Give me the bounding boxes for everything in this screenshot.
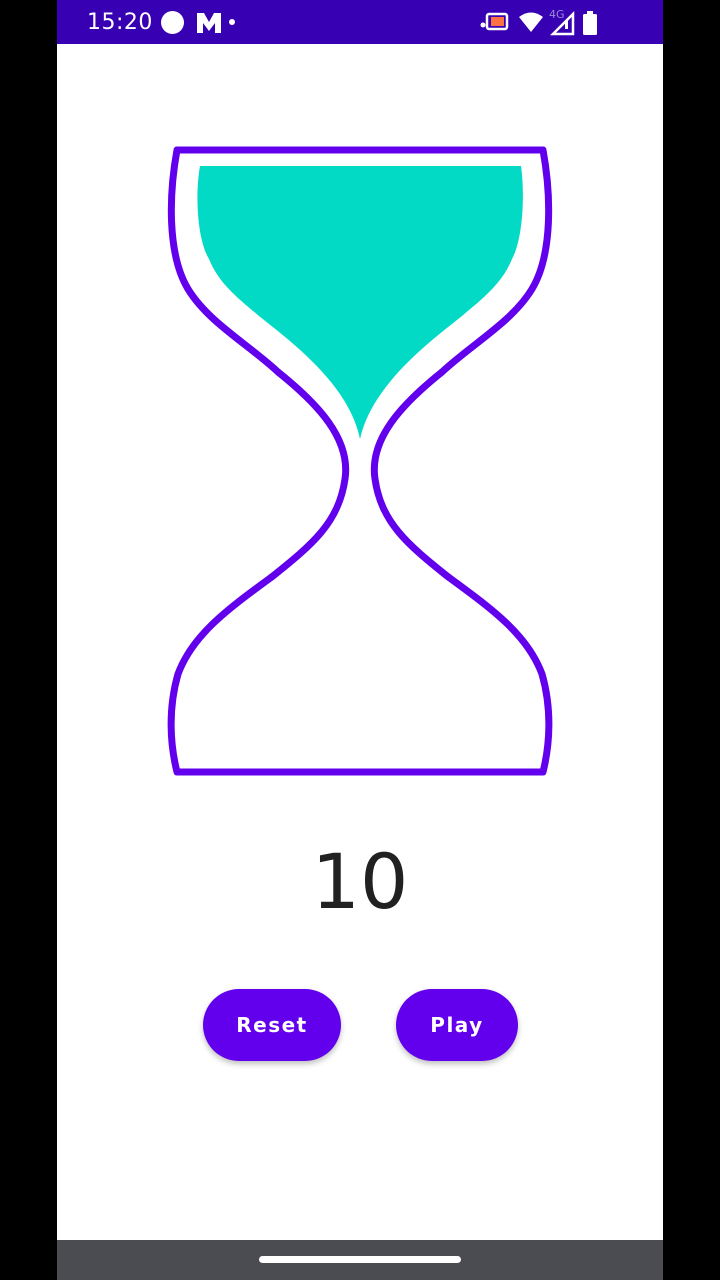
status-time: 15:20	[87, 10, 153, 35]
status-icons: 4G	[480, 8, 597, 36]
m-app-icon	[197, 13, 221, 33]
status-bar: 15:20 4G	[57, 0, 663, 44]
countdown-value: 10	[311, 837, 409, 926]
cast-icon	[480, 12, 509, 31]
hourglass	[167, 146, 553, 776]
wifi-icon	[519, 12, 543, 32]
network-type-label: 4G	[549, 8, 565, 21]
play-button[interactable]: Play	[396, 989, 518, 1061]
hourglass-top-sand	[197, 166, 523, 439]
circle-notification-icon	[161, 11, 184, 34]
navigation-bar	[57, 1240, 663, 1280]
reset-button[interactable]: Reset	[203, 989, 341, 1061]
app-screen: 15:20 4G 10 Reset Play	[57, 0, 663, 1280]
home-gesture-handle[interactable]	[259, 1256, 461, 1263]
battery-icon	[583, 11, 597, 35]
timer-stage: 10 Reset Play	[57, 44, 663, 1240]
more-notifications-icon	[229, 19, 235, 25]
